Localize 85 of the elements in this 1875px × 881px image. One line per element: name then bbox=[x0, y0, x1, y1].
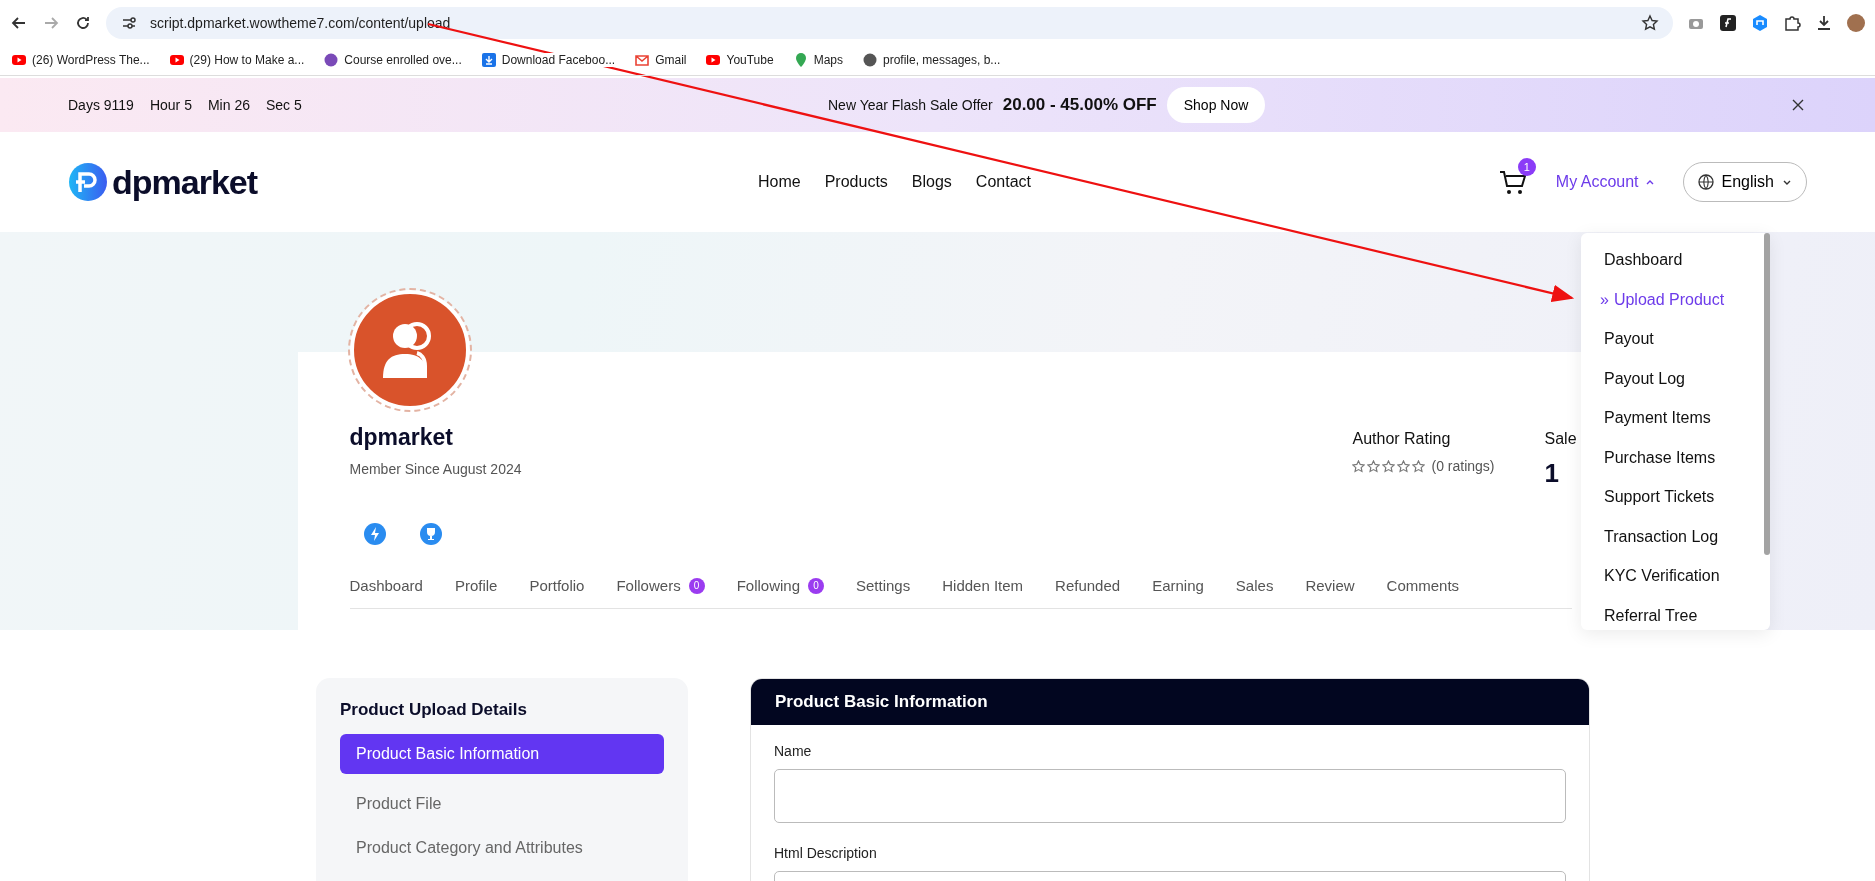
account-menu-item[interactable]: KYC Verification bbox=[1604, 565, 1720, 587]
trophy-badge-icon bbox=[419, 523, 442, 545]
account-menu-item[interactable]: Payout Log bbox=[1604, 367, 1685, 390]
menu-item-label: Upload Product bbox=[1613, 289, 1725, 310]
shop-now-button[interactable]: Shop Now bbox=[1166, 87, 1266, 123]
nav-link[interactable]: Products bbox=[824, 173, 888, 191]
input-field[interactable] bbox=[774, 769, 1566, 823]
account-menu-item[interactable]: Support Tickets bbox=[1604, 486, 1715, 508]
nav-link[interactable]: Blogs bbox=[911, 173, 952, 191]
bookmark-link[interactable]: Gmail bbox=[635, 53, 687, 67]
member-since-text: Member Since August 2024 bbox=[349, 461, 523, 477]
puzzle-icon[interactable] bbox=[1783, 13, 1801, 32]
logo-icon bbox=[68, 162, 108, 202]
bookmark-link[interactable]: Course enrolled ove... bbox=[324, 53, 462, 67]
bookmark-link[interactable]: (26) WordPress The... bbox=[12, 53, 150, 67]
scrollbar-thumb[interactable] bbox=[1764, 233, 1770, 555]
account-menu-item[interactable]: Referral Tree bbox=[1604, 604, 1698, 627]
bookmark-link[interactable]: Maps bbox=[793, 53, 843, 67]
countdown-unit: Days 9119 bbox=[68, 97, 134, 113]
badge-icon bbox=[324, 53, 339, 67]
author-rating-label: Author Rating bbox=[1352, 430, 1452, 448]
bookmark-link[interactable]: Download Faceboo... bbox=[481, 53, 616, 67]
profile-name: dpmarket bbox=[349, 424, 455, 451]
bookmark-link[interactable]: (29) How to Make a... bbox=[169, 53, 305, 67]
star-icon bbox=[1412, 459, 1426, 473]
profile-tab[interactable]: Hidden Item bbox=[942, 577, 1024, 594]
account-menu-item[interactable]: Dashboard bbox=[1604, 249, 1683, 271]
download-icon bbox=[481, 53, 496, 67]
count-badge: 0 bbox=[688, 577, 705, 594]
profile-avatar-icon[interactable] bbox=[1847, 13, 1865, 32]
field-label: Html Description bbox=[774, 845, 878, 861]
countdown-unit: Hour 5 bbox=[149, 97, 192, 113]
bookmark-link[interactable]: YouTube bbox=[706, 53, 774, 67]
profile-tab[interactable]: Sales bbox=[1235, 577, 1274, 594]
field-label: Name bbox=[774, 743, 813, 759]
discount-text: 20.00 - 45.00% OFF bbox=[1002, 95, 1157, 115]
lightning-badge-icon bbox=[363, 523, 386, 545]
upload-step-item[interactable]: Product Basic Information bbox=[340, 734, 664, 774]
account-menu-item[interactable]: Payout bbox=[1604, 328, 1654, 350]
profile-tab[interactable]: Refunded bbox=[1055, 577, 1121, 594]
profile-tab[interactable]: Dashboard bbox=[349, 577, 423, 594]
countdown-unit: Sec 5 bbox=[265, 97, 302, 113]
my-account-menu[interactable]: My Account bbox=[1549, 172, 1661, 192]
upload-step-item[interactable]: Product File bbox=[340, 784, 664, 824]
ratings-count: (0 ratings) bbox=[1431, 458, 1495, 474]
profile-tab[interactable]: Following 0 bbox=[736, 577, 824, 594]
account-menu-item[interactable]: Transaction Log bbox=[1604, 525, 1719, 548]
video-icon bbox=[169, 53, 184, 67]
sales-label: Sale bbox=[1544, 430, 1578, 448]
cart-count-badge: 1 bbox=[1517, 158, 1536, 176]
bookmark-link[interactable]: profile, messages, b... bbox=[863, 53, 1001, 67]
extension-icon[interactable] bbox=[1719, 13, 1737, 32]
profile-tab[interactable]: Review bbox=[1305, 577, 1355, 594]
nav-link[interactable]: Contact bbox=[975, 173, 1031, 191]
countdown-unit: Min 26 bbox=[207, 97, 250, 113]
profile-tab[interactable]: Followers 0 bbox=[616, 577, 705, 594]
nav-link[interactable]: Home bbox=[758, 173, 801, 191]
language-select[interactable]: English bbox=[1682, 162, 1807, 202]
profile-tab[interactable]: Comments bbox=[1386, 577, 1460, 594]
count-badge: 0 bbox=[808, 577, 824, 594]
profile-tab[interactable]: Portfolio bbox=[529, 577, 585, 594]
mail-icon bbox=[635, 53, 650, 67]
map-pin-icon bbox=[793, 53, 808, 67]
logo-text[interactable]: dpmarket bbox=[112, 162, 258, 202]
panel-title: Product Upload Details bbox=[340, 700, 529, 720]
profile-tab[interactable]: Profile bbox=[454, 577, 498, 594]
video-icon bbox=[706, 53, 721, 67]
star-icon bbox=[1397, 459, 1411, 473]
account-menu-item[interactable]: Payment Items bbox=[1604, 407, 1711, 429]
star-icon[interactable] bbox=[1641, 13, 1659, 32]
profile-tab[interactable]: Earning bbox=[1152, 577, 1204, 594]
chevron-marker: » bbox=[1600, 289, 1609, 310]
star-icon bbox=[1352, 459, 1366, 473]
account-menu-item[interactable]: Purchase Items bbox=[1604, 446, 1716, 469]
upload-step-item[interactable]: Product Category and Attributes bbox=[340, 828, 664, 868]
star-icon bbox=[1367, 459, 1381, 473]
download-icon[interactable] bbox=[1815, 13, 1833, 32]
account-menu-item[interactable]: » Upload Product bbox=[1600, 288, 1725, 311]
form-title: Product Basic Information bbox=[751, 679, 1589, 725]
offer-text: New Year Flash Sale Offer bbox=[828, 97, 993, 113]
address-bar[interactable]: script.dpmarket.wowtheme7.com/content/upload bbox=[106, 6, 1673, 39]
sales-count: 1 bbox=[1544, 458, 1560, 489]
video-icon bbox=[12, 53, 26, 67]
star-icon bbox=[1382, 459, 1396, 473]
profile-tab[interactable]: Settings bbox=[856, 577, 911, 594]
